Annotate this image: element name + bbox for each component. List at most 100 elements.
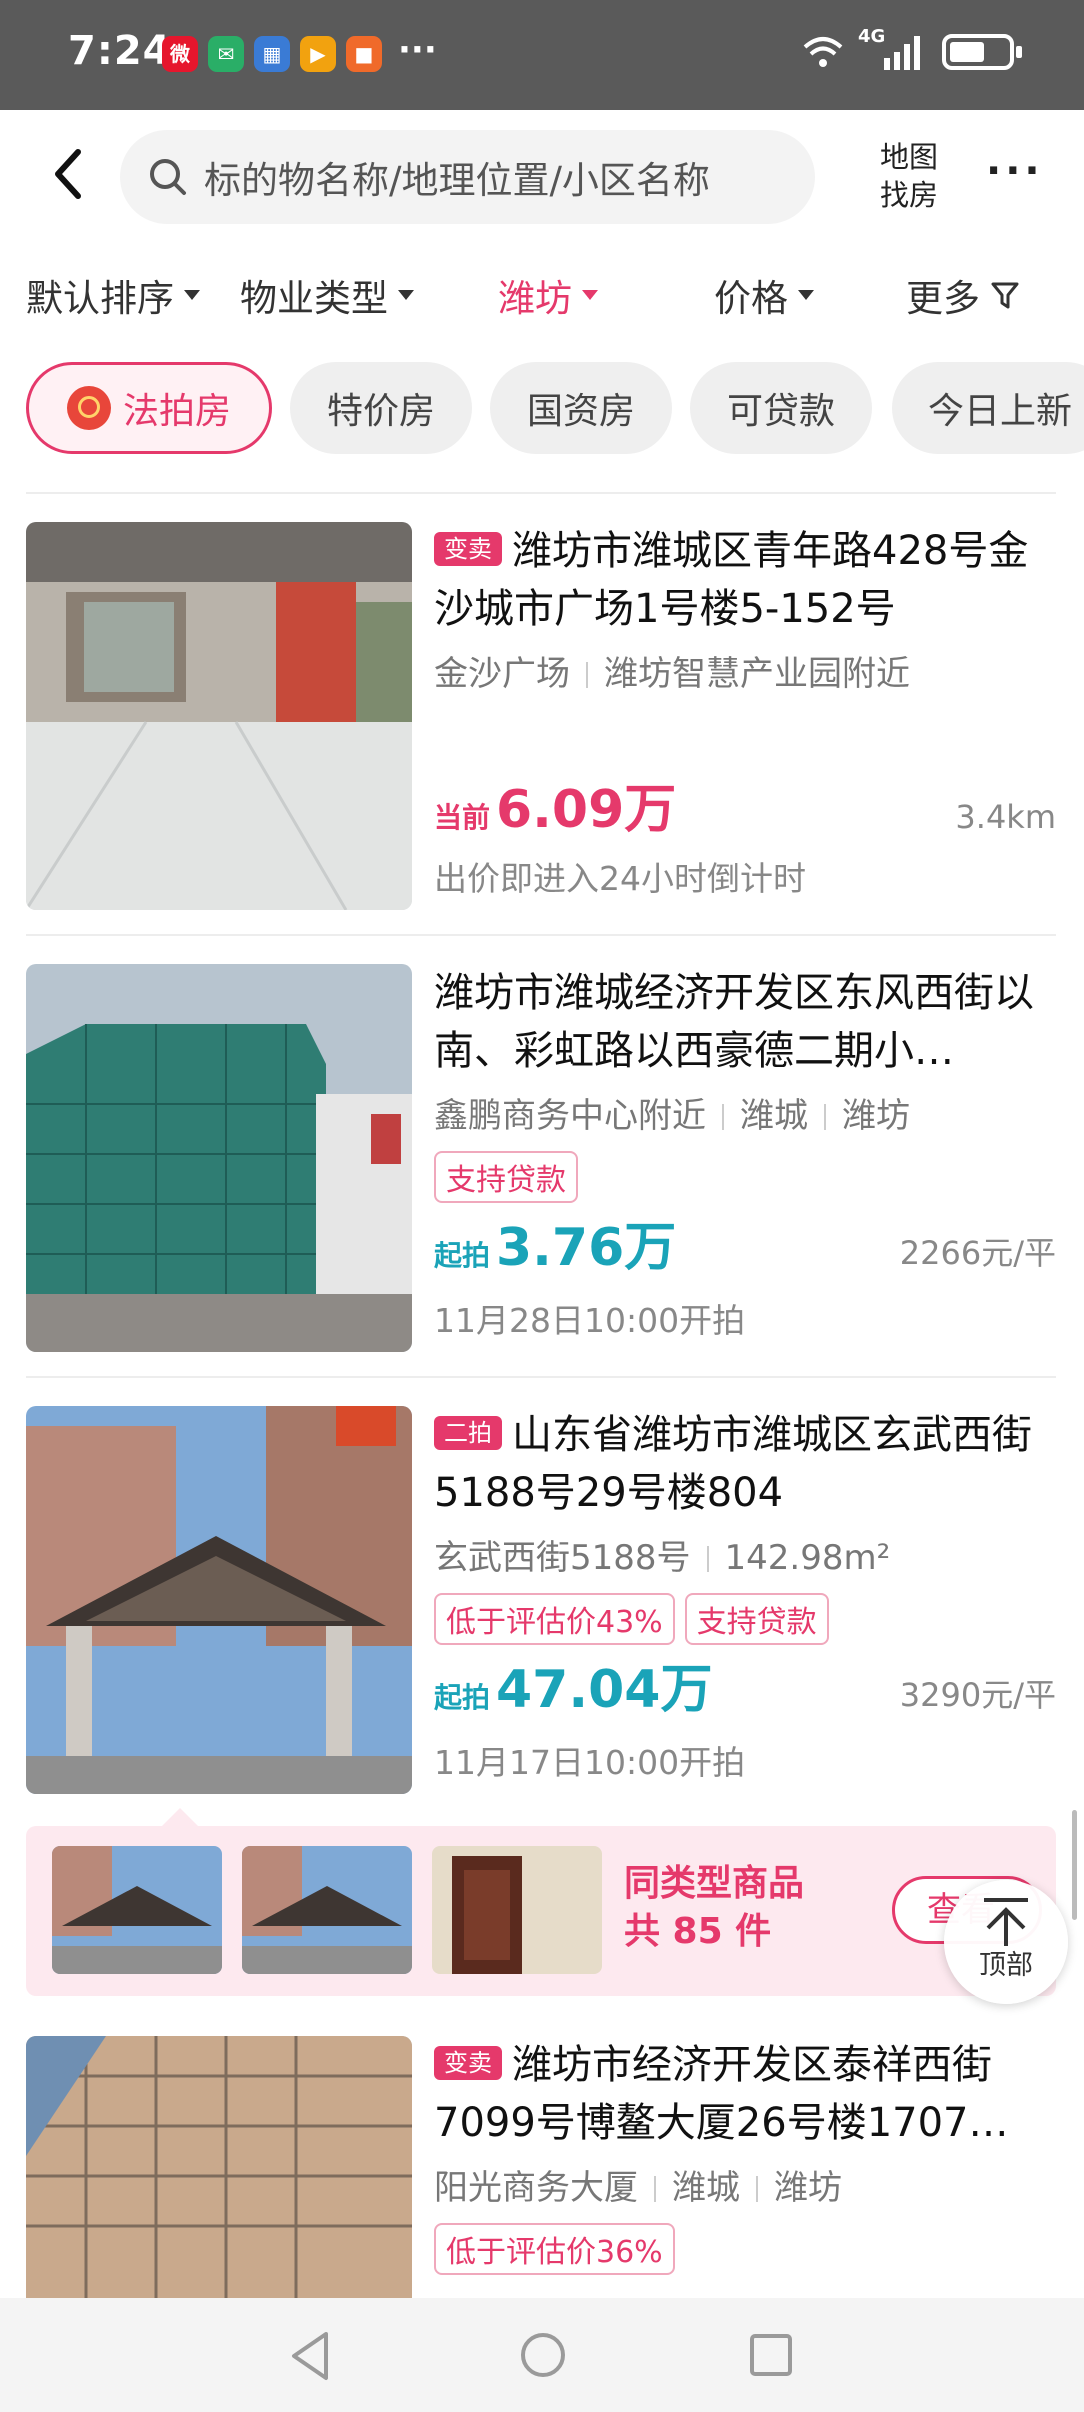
nav-back-icon[interactable] — [286, 2330, 334, 2382]
unit-price-label: 2266元/平 — [899, 1234, 1056, 1272]
listing-title-text: 潍坊市潍城区青年路428号金沙城市广场1号楼5-152号 — [434, 528, 1029, 632]
system-icons: 4G — [802, 26, 1022, 72]
loan-support-pill: 支持贷款 — [434, 1151, 578, 1203]
listing-pills: 低于评估价36% — [434, 2223, 1056, 2275]
loan-support-pill: 支持贷款 — [684, 1593, 829, 1645]
filter-price-label: 价格 — [714, 277, 788, 320]
map-search-label-1: 地图 — [879, 140, 938, 174]
listing-info: 变卖 潍坊市经济开发区泰祥西街7099号博鳌大厦26号楼1707… 阳光商务大厦潍… — [434, 2036, 1056, 2275]
back-to-top-button[interactable]: 顶部 — [944, 1880, 1068, 2004]
caret-down-icon — [582, 290, 598, 300]
listing-card[interactable]: 变卖 潍坊市潍城区青年路428号金沙城市广场1号楼5-152号 金沙广场 潍坊智慧产… — [26, 522, 1056, 912]
listing-card[interactable]: 二拍 山东省潍坊市潍城区玄武西街5188号29号楼804 玄武西街5188号 142… — [26, 1406, 1056, 1796]
similar-thumbnail[interactable] — [432, 1846, 602, 1974]
price-value: 3.76万 — [496, 1218, 677, 1278]
listing-pills: 低于评估价43% 支持贷款 — [434, 1593, 1056, 1645]
shop-app-icon: ■ — [346, 36, 382, 72]
below-valuation-pill: 低于评估价36% — [434, 2223, 675, 2275]
listing-title: 变卖 潍坊市经济开发区泰祥西街7099号博鳌大厦26号楼1707… — [434, 2036, 1056, 2152]
similar-items-count: 共 85 件 — [624, 1911, 772, 1952]
listing-subtext: 11月28日10:00开拍 — [434, 1301, 746, 1340]
unit-price-label: 3290元/平 — [899, 1676, 1056, 1714]
filter-sort[interactable]: 默认排序 — [26, 268, 200, 322]
caret-down-icon — [398, 290, 414, 300]
tag-court-auction[interactable]: 法拍房 — [26, 362, 272, 454]
listing-subtext: 11月17日10:00开拍 — [434, 1743, 746, 1782]
more-options-icon[interactable]: ··· — [986, 148, 1044, 194]
video-app-icon: ▶ — [300, 36, 336, 72]
listing-price-row: 起拍 3.76万 2266元/平 — [434, 1218, 1056, 1280]
similar-thumbnail[interactable] — [242, 1846, 412, 1974]
wechat-icon: ✉ — [208, 36, 244, 72]
filter-more-label: 更多 — [906, 277, 980, 320]
listing-price-row: 当前 6.09万 3.4km — [434, 780, 1056, 842]
listing-title: 变卖 潍坊市潍城区青年路428号金沙城市广场1号楼5-152号 — [434, 522, 1056, 638]
listing-image — [26, 964, 412, 1352]
nav-recents-icon[interactable] — [748, 2332, 794, 2378]
below-valuation-pill: 低于评估价43% — [434, 1593, 675, 1645]
filter-property-type-label: 物业类型 — [240, 277, 388, 320]
listing-meta-item: 142.98m² — [724, 1538, 891, 1578]
filter-property-type[interactable]: 物业类型 — [240, 268, 414, 322]
calendar-icon: ▦ — [254, 36, 290, 72]
tag-court-auction-label: 法拍房 — [122, 391, 231, 432]
listing-meta: 阳光商务大厦 潍城 潍坊 — [434, 2160, 1056, 2209]
listing-info: 变卖 潍坊市潍城区青年路428号金沙城市广场1号楼5-152号 金沙广场 潍坊智慧产… — [434, 522, 1056, 695]
search-placeholder: 标的物名称/地理位置/小区名称 — [204, 159, 710, 202]
map-search-label-2: 找房 — [879, 178, 938, 212]
listing-flag: 变卖 — [434, 2046, 502, 2080]
listing-info: 二拍 山东省潍坊市潍城区玄武西街5188号29号楼804 玄武西街5188号 142… — [434, 1406, 1056, 1645]
tag-discount-house[interactable]: 特价房 — [290, 362, 472, 454]
listing-image — [26, 522, 412, 910]
wifi-icon — [803, 37, 843, 67]
listing-flag: 二拍 — [434, 1416, 502, 1450]
cellular-signal-icon: 4G — [858, 26, 928, 72]
listing-meta: 金沙广场 潍坊智慧产业园附近 — [434, 646, 1056, 695]
more-notifications-icon: ··· — [398, 30, 437, 70]
notification-icons: 微 ✉ ▦ ▶ ■ — [162, 36, 382, 72]
filter-price[interactable]: 价格 — [714, 268, 814, 322]
tag-new-today[interactable]: 今日上新 — [892, 362, 1084, 454]
distance-label: 3.4km — [955, 798, 1056, 836]
back-to-top-label: 顶部 — [979, 1950, 1033, 1981]
listing-meta-item: 潍城 — [672, 2168, 740, 2208]
listing-title: 二拍 山东省潍坊市潍城区玄武西街5188号29号楼804 — [434, 1406, 1056, 1522]
map-search-button[interactable]: 地图 找房 — [876, 138, 942, 214]
tag-loan-available-label: 可贷款 — [726, 391, 835, 432]
tag-state-asset[interactable]: 国资房 — [490, 362, 672, 454]
price-label: 起拍 — [434, 1239, 491, 1272]
divider — [26, 934, 1056, 936]
back-arrow-icon[interactable] — [44, 144, 94, 204]
listing-meta-item: 潍坊智慧产业园附近 — [604, 654, 910, 694]
top-header: 标的物名称/地理位置/小区名称 地图 找房 ··· — [0, 110, 1084, 240]
listing-meta: 鑫鹏商务中心附近 潍城 潍坊 — [434, 1088, 1056, 1137]
price-label: 当前 — [434, 801, 491, 834]
listing-meta-item: 潍坊 — [842, 1096, 910, 1136]
funnel-icon — [991, 282, 1019, 309]
system-navigation-bar — [0, 2298, 1084, 2412]
listing-meta-item: 潍坊 — [774, 2168, 842, 2208]
listing-info: 潍坊市潍城经济开发区东风西街以南、彩虹路以西豪德二期小… 鑫鹏商务中心附近 潍城潍… — [434, 964, 1056, 1203]
listing-card[interactable]: 变卖 潍坊市经济开发区泰祥西街7099号博鳌大厦26号楼1707… 阳光商务大厦潍… — [26, 2036, 1056, 2298]
caret-down-icon — [798, 290, 814, 300]
divider — [26, 492, 1056, 494]
status-bar: 7:24 微 ✉ ▦ ▶ ■ ··· 4G — [0, 0, 1084, 110]
tag-loan-available[interactable]: 可贷款 — [690, 362, 872, 454]
listing-meta-item: 金沙广场 — [434, 654, 570, 694]
filter-more[interactable]: 更多 — [906, 268, 1020, 322]
filter-city[interactable]: 潍坊 — [498, 268, 598, 322]
similar-items-banner[interactable]: 同类型商品 共 85 件 查看 — [26, 1826, 1056, 1996]
price-value: 47.04万 — [496, 1660, 713, 1720]
search-bar[interactable]: 标的物名称/地理位置/小区名称 — [120, 130, 815, 224]
listing-card[interactable]: 潍坊市潍城经济开发区东风西街以南、彩虹路以西豪德二期小… 鑫鹏商务中心附近 潍城潍… — [26, 964, 1056, 1354]
filter-sort-label: 默认排序 — [26, 277, 174, 320]
nav-home-icon[interactable] — [518, 2330, 568, 2380]
category-tags: 法拍房 特价房 国资房 可贷款 今日上新 — [0, 362, 1084, 458]
similar-thumbnail[interactable] — [52, 1846, 222, 1974]
scrollbar[interactable] — [1072, 1810, 1077, 1920]
listing-title-text: 潍坊市经济开发区泰祥西街7099号博鳌大厦26号楼1707… — [434, 2042, 1009, 2146]
price-value: 6.09万 — [496, 780, 677, 840]
listing-title-text: 山东省潍坊市潍城区玄武西街5188号29号楼804 — [434, 1412, 1032, 1516]
listing-image — [26, 2036, 412, 2298]
search-icon — [150, 159, 186, 195]
